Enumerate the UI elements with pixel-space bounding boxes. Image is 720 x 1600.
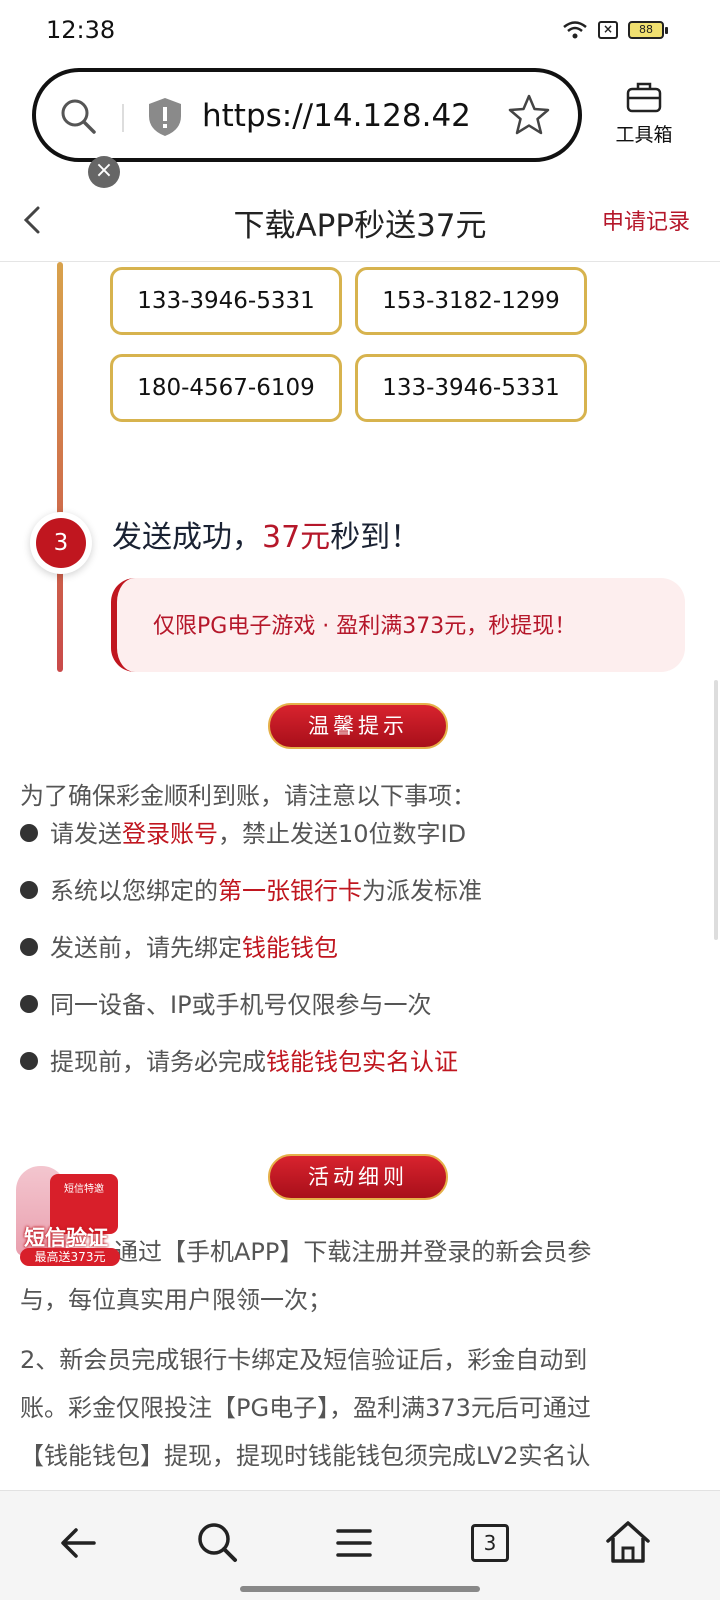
promo-subtitle: 最高送373元 — [20, 1248, 120, 1266]
promo-close-icon[interactable]: × — [88, 156, 120, 188]
notice-item: 同一设备、IP或手机号仅限参与一次 — [20, 985, 700, 1025]
rules-body: 通过【手机APP】下载注册并登录的新会员参 与，每位真实用户限领一次； 2、新会… — [20, 1228, 700, 1492]
bullet-icon — [20, 938, 38, 956]
notice-highlight: 钱能钱包 — [242, 934, 338, 962]
notice-intro: 为了确保彩金顺利到账，请注意以下事项： — [20, 782, 476, 810]
timeline-line — [57, 262, 63, 672]
phone-chip[interactable]: 153-3182-1299 — [355, 267, 587, 335]
toolbox-icon — [626, 82, 662, 113]
url-text[interactable]: https://14.128.42.... — [202, 98, 472, 134]
notice-highlight: 钱能钱包实名认证 — [266, 1048, 458, 1076]
status-time: 12:38 — [46, 16, 116, 44]
address-divider — [122, 104, 124, 132]
step-title: 发送成功，37元秒到！ — [112, 512, 420, 556]
pg-banner-text: 仅限PG电子游戏 · 盈利满373元，秒提现！ — [153, 614, 577, 639]
bullet-icon — [20, 1052, 38, 1070]
notice-heading: 温馨提示 — [268, 703, 448, 749]
page-header: 下载APP秒送37元 申请记录 — [0, 180, 720, 262]
tabs-button[interactable]: 3 — [460, 1513, 520, 1573]
phone-chip[interactable]: 133-3946-5331 — [110, 267, 342, 335]
notice-text: 提现前，请务必完成 — [50, 1048, 266, 1076]
phone-chip[interactable]: 180-4567-6109 — [110, 354, 342, 422]
step-title-pre: 发送成功， — [112, 520, 262, 555]
home-icon[interactable] — [598, 1513, 658, 1573]
wifi-icon — [563, 21, 587, 39]
shield-icon[interactable] — [146, 96, 184, 138]
rule-paragraph: 通过【手机APP】下载注册并登录的新会员参 与，每位真实用户限领一次； — [20, 1228, 700, 1324]
bullet-icon — [20, 824, 38, 842]
home-indicator[interactable] — [240, 1586, 480, 1592]
notice-highlight: 登录账号 — [122, 820, 218, 848]
rule-line: 【钱能钱包】提现，提现时钱能钱包须完成LV2实名认 — [20, 1442, 591, 1470]
pg-banner: 仅限PG电子游戏 · 盈利满373元，秒提现！ — [111, 578, 685, 672]
notice-text: 系统以您绑定的 — [50, 877, 218, 905]
rule-line: 2、新会员完成银行卡绑定及短信验证后，彩金自动到 — [20, 1346, 588, 1374]
battery-icon: 88 — [628, 21, 668, 39]
notice-text: 同一设备、IP或手机号仅限参与一次 — [50, 991, 432, 1019]
status-icons: × 88 — [562, 20, 668, 40]
notice-text: ，禁止发送10位数字ID — [218, 820, 467, 848]
bottom-nav: 3 — [0, 1490, 720, 1600]
scrollbar[interactable] — [714, 680, 718, 940]
status-bar: 12:38 × 88 — [0, 0, 720, 60]
address-bar[interactable]: https://14.128.42.... — [32, 68, 582, 162]
rule-line: 通过【手机APP】下载注册并登录的新会员参 — [114, 1238, 592, 1266]
search-icon[interactable] — [58, 96, 98, 136]
step-title-post: 秒到！ — [330, 520, 421, 555]
step-number: 3 — [36, 518, 86, 568]
rule-line: 与，每位真实用户限领一次； — [20, 1286, 332, 1314]
tab-count: 3 — [471, 1524, 509, 1562]
rule-paragraph: 2、新会员完成银行卡绑定及短信验证后，彩金自动到 账。彩金仅限投注【PG电子】，… — [20, 1336, 700, 1480]
rule-line: 账。彩金仅限投注【PG电子】，盈利满373元后可通过 — [20, 1394, 591, 1422]
back-arrow-icon[interactable] — [50, 1513, 110, 1573]
sim-off-icon: × — [598, 21, 618, 39]
notice-text: 为派发标准 — [362, 877, 482, 905]
notice-highlight: 第一张银行卡 — [218, 877, 362, 905]
menu-icon[interactable] — [324, 1513, 384, 1573]
bullet-icon — [20, 995, 38, 1013]
step-number-badge: 3 — [30, 512, 92, 574]
notice-item: 发送前，请先绑定钱能钱包 — [20, 928, 700, 968]
notice-item: 提现前，请务必完成钱能钱包实名认证 — [20, 1042, 700, 1082]
step-title-amount: 37元 — [262, 520, 331, 555]
notice-item: 系统以您绑定的第一张银行卡为派发标准 — [20, 871, 700, 911]
sms-promo-float[interactable]: 短信特邀 短信验证 最高送373元 — [10, 1160, 120, 1270]
notice-text: 发送前，请先绑定 — [50, 934, 242, 962]
toolbox-button[interactable]: 工具箱 — [604, 80, 684, 147]
rules-heading: 活动细则 — [268, 1154, 448, 1200]
apply-record-link[interactable]: 申请记录 — [602, 204, 690, 236]
phone-chip[interactable]: 133-3946-5331 — [355, 354, 587, 422]
toolbox-label: 工具箱 — [615, 124, 673, 146]
bookmark-star-icon[interactable] — [506, 92, 552, 138]
notice-text: 请发送 — [50, 820, 122, 848]
search-icon[interactable] — [188, 1513, 248, 1573]
notice-item: 请发送登录账号，禁止发送10位数字ID — [20, 814, 700, 854]
bullet-icon — [20, 881, 38, 899]
promo-tag: 短信特邀 — [64, 1184, 104, 1195]
